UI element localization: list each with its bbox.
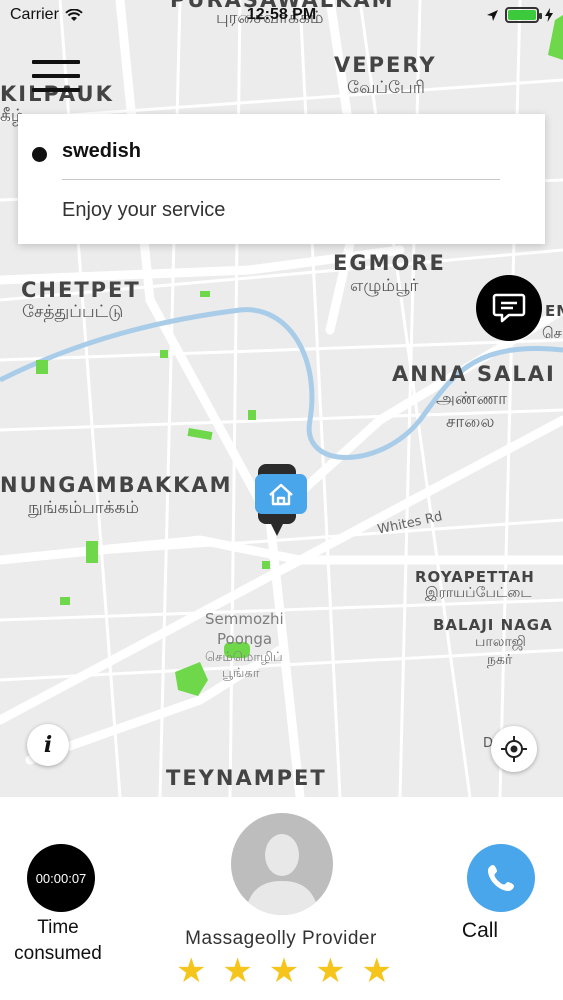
map-label-poonga-ta: பூங்கா — [222, 666, 260, 681]
status-bar: Carrier 12:58 PM — [0, 0, 563, 30]
avatar — [231, 813, 333, 915]
map-label-balaji-nagar-ta-2: நகர் — [487, 652, 513, 668]
timer-label-line-1: Time — [37, 917, 79, 938]
map-label-anna-salai-ta-2: சாலை — [446, 412, 495, 432]
status-dot — [32, 147, 47, 162]
service-name: swedish — [62, 140, 141, 162]
timer-label-line-2: consumed — [14, 943, 102, 964]
call-label: Call — [461, 919, 499, 942]
bottom-panel: 00:00:07 Time consumed Massageolly Provi… — [0, 797, 563, 1000]
star-icon: ★ — [176, 952, 207, 990]
map-label-semmozhi: Semmozhi — [205, 610, 284, 628]
map-label-teynampet: TEYNAMPET — [166, 766, 327, 790]
map-pin-marker — [255, 464, 307, 536]
timer-display: 00:00:07 — [27, 844, 95, 912]
map-label-semmozhi-ta: செம்மொழிப் — [205, 650, 283, 665]
map-label-egmore: EGMORE — [333, 251, 446, 275]
battery-icon — [505, 7, 542, 23]
map-label-em: EM — [545, 302, 563, 320]
card-divider — [62, 179, 500, 180]
star-icon: ★ — [268, 952, 300, 990]
crosshair-icon — [501, 736, 527, 762]
map-label-chetpet-ta: சேத்துப்பட்டு — [22, 302, 124, 322]
phone-icon — [488, 865, 514, 891]
map-label-balaji-nagar: BALAJI NAGA — [433, 616, 553, 634]
map-label-vepery: VEPERY — [334, 53, 437, 77]
service-message: Enjoy your service — [62, 199, 226, 221]
info-icon[interactable]: i — [27, 724, 69, 766]
star-icon: ★ — [222, 952, 253, 990]
person-icon — [245, 834, 319, 915]
call-button[interactable] — [467, 844, 535, 912]
map-label-anna-salai-ta-1: அண்ணா — [436, 389, 508, 409]
home-pin-icon[interactable] — [252, 464, 310, 545]
map-label-nungambakkam: NUNGAMBAKKAM — [0, 473, 233, 497]
map-label-em-ta: செ — [542, 324, 562, 342]
chat-button[interactable] — [476, 275, 542, 341]
star-icon: ★ — [315, 952, 346, 990]
hamburger-icon[interactable] — [32, 58, 80, 94]
map-label-vepery-ta: வேப்பேரி — [347, 78, 425, 98]
map-label-balaji-nagar-ta-1: பாலாஜி — [475, 634, 526, 650]
map-label-chetpet: CHETPET — [21, 278, 141, 302]
timer-label: Time consumed — [0, 915, 116, 967]
map-label-nungambakkam-ta: நுங்கம்பாக்கம் — [28, 498, 140, 518]
booking-card: swedish Enjoy your service — [18, 114, 545, 244]
star-icon: ★ — [361, 952, 392, 990]
map-label-anna-salai: ANNA SALAI — [392, 362, 556, 386]
map-label-royapettah: ROYAPETTAH — [415, 568, 535, 586]
status-time: 12:58 PM — [246, 6, 317, 23]
map-label-royapettah-ta: இராயப்பேட்டை — [425, 585, 532, 601]
map-label-poonga: Poonga — [217, 630, 273, 648]
chat-icon — [492, 293, 526, 323]
map-label-egmore-ta: எழும்பூர் — [350, 276, 419, 296]
locate-button[interactable] — [491, 726, 537, 772]
provider-name: Massageolly Provider — [185, 928, 377, 949]
rating-stars: ★ ★ ★ ★ ★ — [176, 951, 392, 991]
